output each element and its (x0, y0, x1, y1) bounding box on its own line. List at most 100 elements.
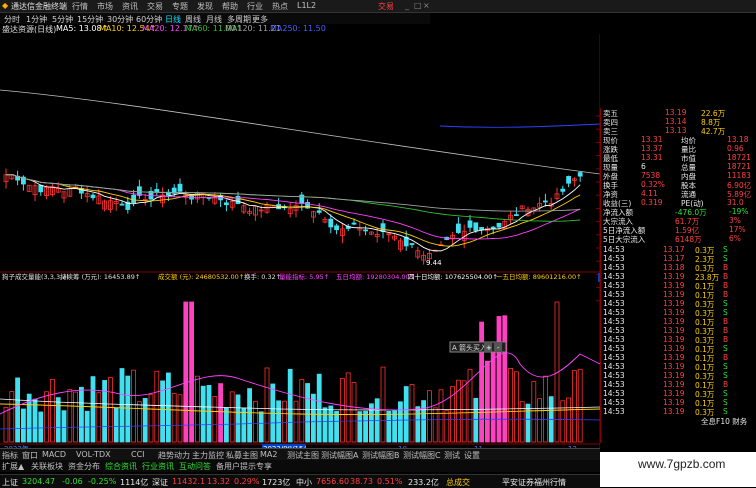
close-icon[interactable]: × (423, 1, 430, 10)
flow-row-cell: 6148万 (675, 235, 702, 244)
kline-chart[interactable]: 12.8012.5012.2512.0011.7511.5011.2511.00… (0, 34, 600, 448)
menu-item[interactable]: 资讯 (122, 1, 138, 12)
info-tab[interactable]: 关联板块 (31, 461, 63, 472)
svg-text:+[interactable]: + (486, 344, 492, 352)
stat-row-cell: 6 (641, 162, 646, 171)
volume-bar (316, 373, 322, 443)
flow-row: 净流入额 -476.0万 -19% (601, 207, 756, 217)
title-bar: ◆ 通达信金融终端 行情 市场 资讯 交易 专题 发现 帮助 行业 热点 L1L… (0, 0, 756, 13)
exchange-label[interactable]: 交易 (378, 1, 394, 12)
menu-item[interactable]: 行业 (247, 1, 263, 12)
volume-bar (577, 368, 583, 443)
volume-bar (519, 401, 525, 443)
popup-label[interactable]: A 箭头买入 (452, 343, 487, 352)
menu-item[interactable]: 交易 (147, 1, 163, 12)
info-tab[interactable]: 行业资讯 (142, 461, 174, 472)
tick-row: 14:53 13.19 0.1万 S (601, 398, 756, 408)
candle-body (328, 218, 334, 228)
tick-row: 14:53 13.19 23.8万 B (601, 272, 756, 282)
volume-bar (299, 379, 305, 443)
maximize-icon[interactable]: □ (414, 1, 422, 10)
menu-item[interactable]: 市场 (97, 1, 113, 12)
watermark-text: www.7gpzb.com (638, 457, 726, 471)
volume-bar (537, 398, 542, 443)
menu-item[interactable]: 专题 (172, 1, 188, 12)
tick-row-cell: 14:53 (603, 362, 625, 371)
stat-row: 净资 4.11 流通 5.89亿 (601, 189, 756, 199)
quote-footer-cell: 全息F10 财务 (701, 417, 748, 426)
menu-item[interactable]: 发现 (197, 1, 213, 12)
volume-bar (200, 385, 206, 443)
total-volume-label[interactable]: 总成交 (446, 477, 470, 488)
volume-bar (496, 316, 502, 443)
stat-row: 换手 0.32% 股本 6.90亿 (601, 180, 756, 190)
volume-bar (9, 391, 15, 443)
volume-header-item: 量能指标: 5.95↑ (279, 272, 329, 281)
volume-bar (264, 367, 270, 443)
ma-line (5, 174, 581, 212)
tick-row-cell: S (723, 362, 728, 371)
menu-item[interactable]: L1L2 (297, 1, 316, 10)
volume-bar (525, 403, 531, 443)
tick-row: 14:53 13.19 0.1万 B (601, 281, 756, 291)
volume-bar (113, 407, 119, 443)
candlesticks (3, 168, 583, 265)
volume-bar (15, 377, 21, 443)
indicator-tab[interactable]: MA2 (260, 450, 277, 459)
tick-row-cell: 13.19 (663, 281, 685, 290)
candle-body (560, 188, 566, 192)
volume-bar (397, 401, 403, 443)
stat-row: 涨跌 13.37 量比 0.96 (601, 144, 756, 154)
broker-name: 平安证券福州行情 (502, 478, 566, 487)
tick-row: 14:53 13.19 0.1万 B (601, 290, 756, 300)
volume-bar (473, 397, 479, 443)
candle-body (380, 223, 386, 232)
popup-box[interactable]: A 箭头买入 + - (449, 341, 507, 353)
indicator-tab[interactable]: VOL-TDX (76, 450, 111, 459)
tick-row: 14:53 13.17 0.3万 S (601, 245, 756, 255)
volume-bar (171, 392, 177, 443)
zx-index-amount: 233.2亿 (408, 478, 439, 487)
volume-bar (50, 378, 55, 443)
tick-row-cell: 13.19 (663, 335, 685, 344)
volume-header: 狗子成交量能(3,3,3,2)持续筹 (万元): 16453.89↑ 成交额 (元… (2, 272, 582, 281)
period-bar: 分时 1分钟 5分钟 15分钟 30分钟 60分钟 日线 周线 月线 多周期 更… (0, 13, 430, 24)
sh-index-name[interactable]: 上证 (2, 477, 18, 488)
info-tab[interactable]: 备用户提示专享 (216, 461, 272, 472)
tick-row-cell: 14:53 (603, 272, 625, 281)
zx-index-name[interactable]: 中小 (296, 477, 312, 488)
volume-bar (165, 372, 171, 443)
indicator-tab[interactable]: CCI (131, 450, 145, 459)
info-tab[interactable]: 互动问答 (179, 461, 211, 472)
tick-row-cell: 13.19 (663, 380, 685, 389)
menu-item[interactable]: 热点 (272, 1, 288, 12)
tick-row-cell: 13.19 (663, 353, 685, 362)
volume-bar (252, 400, 258, 443)
candle-body (235, 195, 241, 204)
minimize-icon[interactable]: _ (405, 1, 409, 10)
stat-row-cell: 13.31 (641, 135, 663, 144)
indicator-tab[interactable]: MACD (42, 450, 66, 459)
menu-item[interactable]: 帮助 (222, 1, 238, 12)
candle-body (363, 229, 369, 232)
tick-row-cell: 13.19 (663, 317, 685, 326)
stat-row: 现量 6 总量 18721 (601, 162, 756, 172)
candle-body (543, 200, 548, 203)
sz-index-name[interactable]: 深证 (152, 477, 168, 488)
tick-row-cell: S (723, 254, 728, 263)
info-tab[interactable]: 扩展▲ (2, 461, 24, 472)
app-logo-icon: ◆ (2, 1, 9, 10)
stat-row-cell: 13.37 (641, 144, 663, 153)
flow-row: 5日净流入额 1.59亿 17% (601, 225, 756, 235)
tick-row-cell: 14:53 (603, 335, 625, 344)
candle-body (409, 243, 415, 245)
volume-bar (3, 406, 9, 443)
sell-row: 卖三 13.13 42.7万 (601, 126, 756, 136)
sh-index-pct: -0.25% (88, 477, 117, 486)
info-tab[interactable]: 综合资讯 (105, 461, 137, 472)
info-tab[interactable]: 资金分布 (68, 461, 100, 472)
stat-row-cell: 18721 (727, 153, 751, 162)
menu-item[interactable]: 行情 (72, 1, 88, 12)
volume-bar (531, 381, 537, 443)
volume-bar (421, 400, 427, 443)
